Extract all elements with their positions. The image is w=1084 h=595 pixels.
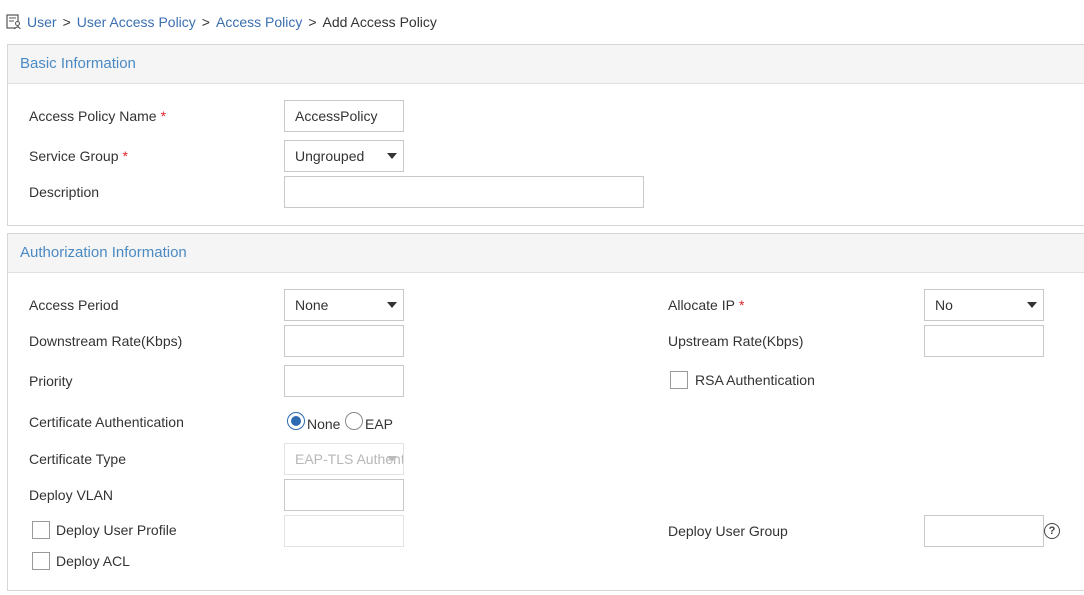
- certificate-type-select: EAP-TLS Authentication: [284, 443, 404, 475]
- deploy-user-profile-input: [284, 515, 404, 547]
- service-group-label-text: Service Group: [29, 148, 119, 164]
- cert-auth-none-radio[interactable]: [287, 412, 305, 430]
- certificate-authentication-label: Certificate Authentication: [29, 414, 184, 430]
- upstream-rate-input[interactable]: [924, 325, 1044, 357]
- required-mark: *: [122, 148, 128, 164]
- authorization-information-panel: Authorization Information Access Period …: [7, 233, 1084, 591]
- authorization-information-title: Authorization Information: [8, 234, 1084, 273]
- required-mark: *: [738, 297, 745, 313]
- cert-auth-eap-radio[interactable]: [345, 412, 363, 430]
- breadcrumb-link-user-access-policy[interactable]: User Access Policy: [77, 14, 196, 30]
- breadcrumb-link-access-policy[interactable]: Access Policy: [216, 14, 302, 30]
- user-card-icon: [6, 14, 22, 30]
- breadcrumb-separator: >: [201, 14, 210, 30]
- deploy-user-profile-checkbox[interactable]: [32, 521, 50, 539]
- downstream-rate-label: Downstream Rate(Kbps): [29, 333, 183, 349]
- allocate-ip-value: No: [935, 297, 953, 313]
- caret-down-icon: [387, 153, 397, 159]
- allocate-ip-label-text: Allocate IP: [668, 297, 735, 313]
- breadcrumb: User > User Access Policy > Access Polic…: [6, 12, 437, 32]
- rsa-authentication-checkbox[interactable]: [670, 371, 688, 389]
- deploy-vlan-input[interactable]: [284, 479, 404, 511]
- breadcrumb-separator: >: [308, 14, 317, 30]
- deploy-acl-label: Deploy ACL: [56, 553, 130, 569]
- downstream-rate-input[interactable]: [284, 325, 404, 357]
- cert-auth-none-label: None: [307, 416, 341, 432]
- priority-label: Priority: [29, 373, 73, 389]
- allocate-ip-select[interactable]: No: [924, 289, 1044, 321]
- service-group-select[interactable]: Ungrouped: [284, 140, 404, 172]
- service-group-value: Ungrouped: [295, 148, 365, 164]
- breadcrumb-separator: >: [62, 14, 71, 30]
- basic-information-panel: Basic Information Access Policy Name* Se…: [7, 44, 1084, 226]
- policy-name-input[interactable]: [284, 100, 404, 132]
- caret-down-icon: [387, 456, 397, 462]
- description-input[interactable]: [284, 176, 644, 208]
- priority-input[interactable]: [284, 365, 404, 397]
- breadcrumb-link-user[interactable]: User: [27, 14, 57, 30]
- deploy-user-group-input[interactable]: [924, 515, 1044, 547]
- allocate-ip-label: Allocate IP *: [668, 297, 744, 313]
- policy-name-label: Access Policy Name *: [29, 108, 166, 124]
- cert-auth-eap-label: EAP: [365, 416, 394, 432]
- deploy-user-group-label: Deploy User Group: [668, 523, 788, 539]
- access-period-value: None: [295, 297, 329, 313]
- basic-information-title: Basic Information: [8, 45, 1084, 84]
- caret-down-icon: [387, 302, 397, 308]
- deploy-acl-checkbox[interactable]: [32, 552, 50, 570]
- upstream-rate-label: Upstream Rate(Kbps): [668, 333, 804, 349]
- breadcrumb-current: Add Access Policy: [322, 14, 437, 30]
- access-period-label: Access Period: [29, 297, 119, 313]
- description-label: Description: [29, 184, 100, 200]
- deploy-vlan-label: Deploy VLAN: [29, 487, 114, 503]
- caret-down-icon: [1027, 302, 1037, 308]
- certificate-type-label: Certificate Type: [29, 451, 127, 467]
- policy-name-label-text: Access Policy Name: [29, 108, 157, 124]
- rsa-authentication-label: RSA Authentication: [695, 372, 815, 388]
- access-period-select[interactable]: None: [284, 289, 404, 321]
- required-mark: *: [160, 108, 167, 124]
- service-group-label: Service Group *: [29, 148, 128, 164]
- deploy-user-profile-label: Deploy User Profile: [56, 522, 177, 538]
- help-circle-icon[interactable]: ?: [1044, 523, 1060, 539]
